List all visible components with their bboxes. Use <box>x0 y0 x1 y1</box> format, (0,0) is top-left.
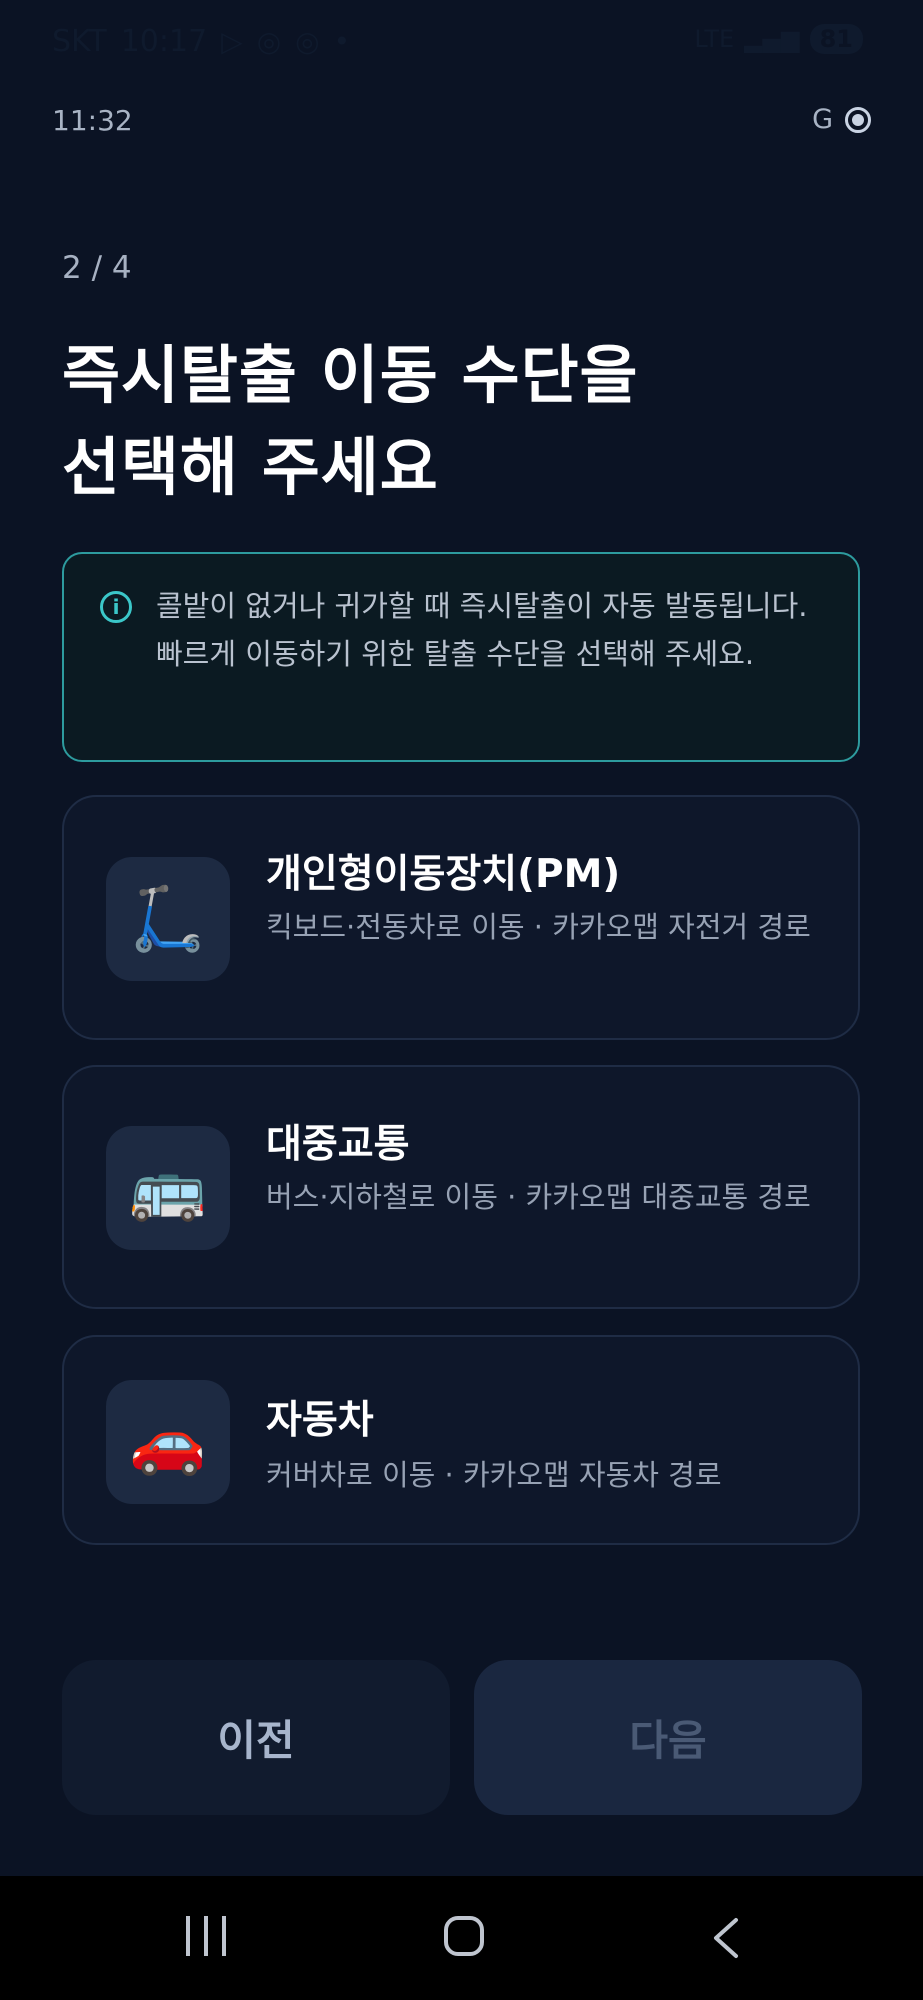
option-description: 버스·지하철로 이동 · 카카오맵 대중교통 경로 <box>266 1180 811 1214</box>
status-left: SKT 10:17 ▷ ◎ ◎ • <box>52 24 350 59</box>
car-icon: 🚗 <box>106 1380 230 1504</box>
kick-scooter-icon: 🛴 <box>106 857 230 981</box>
g-label: G <box>812 104 833 135</box>
home-icon[interactable] <box>444 1916 484 1956</box>
step-indicator: 2 / 4 <box>62 250 132 286</box>
option-title: 개인형이동장치(PM) <box>266 852 621 897</box>
battery-indicator: 81 <box>809 24 863 54</box>
status-right: LTE ▂▄▆ 81 <box>694 24 863 54</box>
instagram-icon: ◎ <box>295 25 320 58</box>
option-description: 킥보드·전동차로 이동 · 카카오맵 자전거 경로 <box>266 910 811 944</box>
recents-icon[interactable] <box>186 1916 226 1956</box>
option-description: 커버차로 이동 · 카카오맵 자동차 경로 <box>266 1458 722 1492</box>
record-icon <box>845 106 871 133</box>
info-box: i 콜밭이 없거나 귀가할 때 즉시탈출이 자동 발동됩니다. 빠르게 이동하기… <box>62 552 860 762</box>
app-time: 11:32 <box>52 104 133 137</box>
info-text: 콜밭이 없거나 귀가할 때 즉시탈출이 자동 발동됩니다. 빠르게 이동하기 위… <box>156 589 808 671</box>
signal-icon: ▂▄▆ <box>744 25 800 53</box>
page-title: 즉시탈출 이동 수단을 선택해 주세요 <box>62 339 639 504</box>
next-button[interactable]: 다음 <box>474 1660 862 1815</box>
bus-icon: 🚌 <box>106 1126 230 1250</box>
dot-icon: • <box>333 25 351 58</box>
lte-icon: LTE <box>694 25 735 53</box>
option-title: 자동차 <box>266 1398 374 1443</box>
system-nav-bar <box>0 1876 923 2000</box>
status-time: 10:17 <box>120 24 208 59</box>
status-bar: SKT 10:17 ▷ ◎ ◎ • LTE ▂▄▆ 81 <box>0 0 923 90</box>
carrier-label: SKT <box>52 24 107 59</box>
play-store-icon: ▷ <box>221 25 243 58</box>
app-bar: 11:32 G <box>0 100 923 150</box>
option-public-transit[interactable]: 🚌 대중교통 버스·지하철로 이동 · 카카오맵 대중교통 경로 <box>62 1065 860 1309</box>
option-pm[interactable]: 🛴 개인형이동장치(PM) 킥보드·전동차로 이동 · 카카오맵 자전거 경로 <box>62 795 860 1040</box>
instagram-icon: ◎ <box>256 25 282 58</box>
option-car[interactable]: 🚗 자동차 커버차로 이동 · 카카오맵 자동차 경로 <box>62 1335 860 1545</box>
prev-button[interactable]: 이전 <box>62 1660 450 1815</box>
option-title: 대중교통 <box>266 1122 410 1167</box>
info-icon: i <box>100 591 132 623</box>
back-icon[interactable] <box>708 1916 748 1960</box>
app-bar-right: G <box>812 104 871 135</box>
